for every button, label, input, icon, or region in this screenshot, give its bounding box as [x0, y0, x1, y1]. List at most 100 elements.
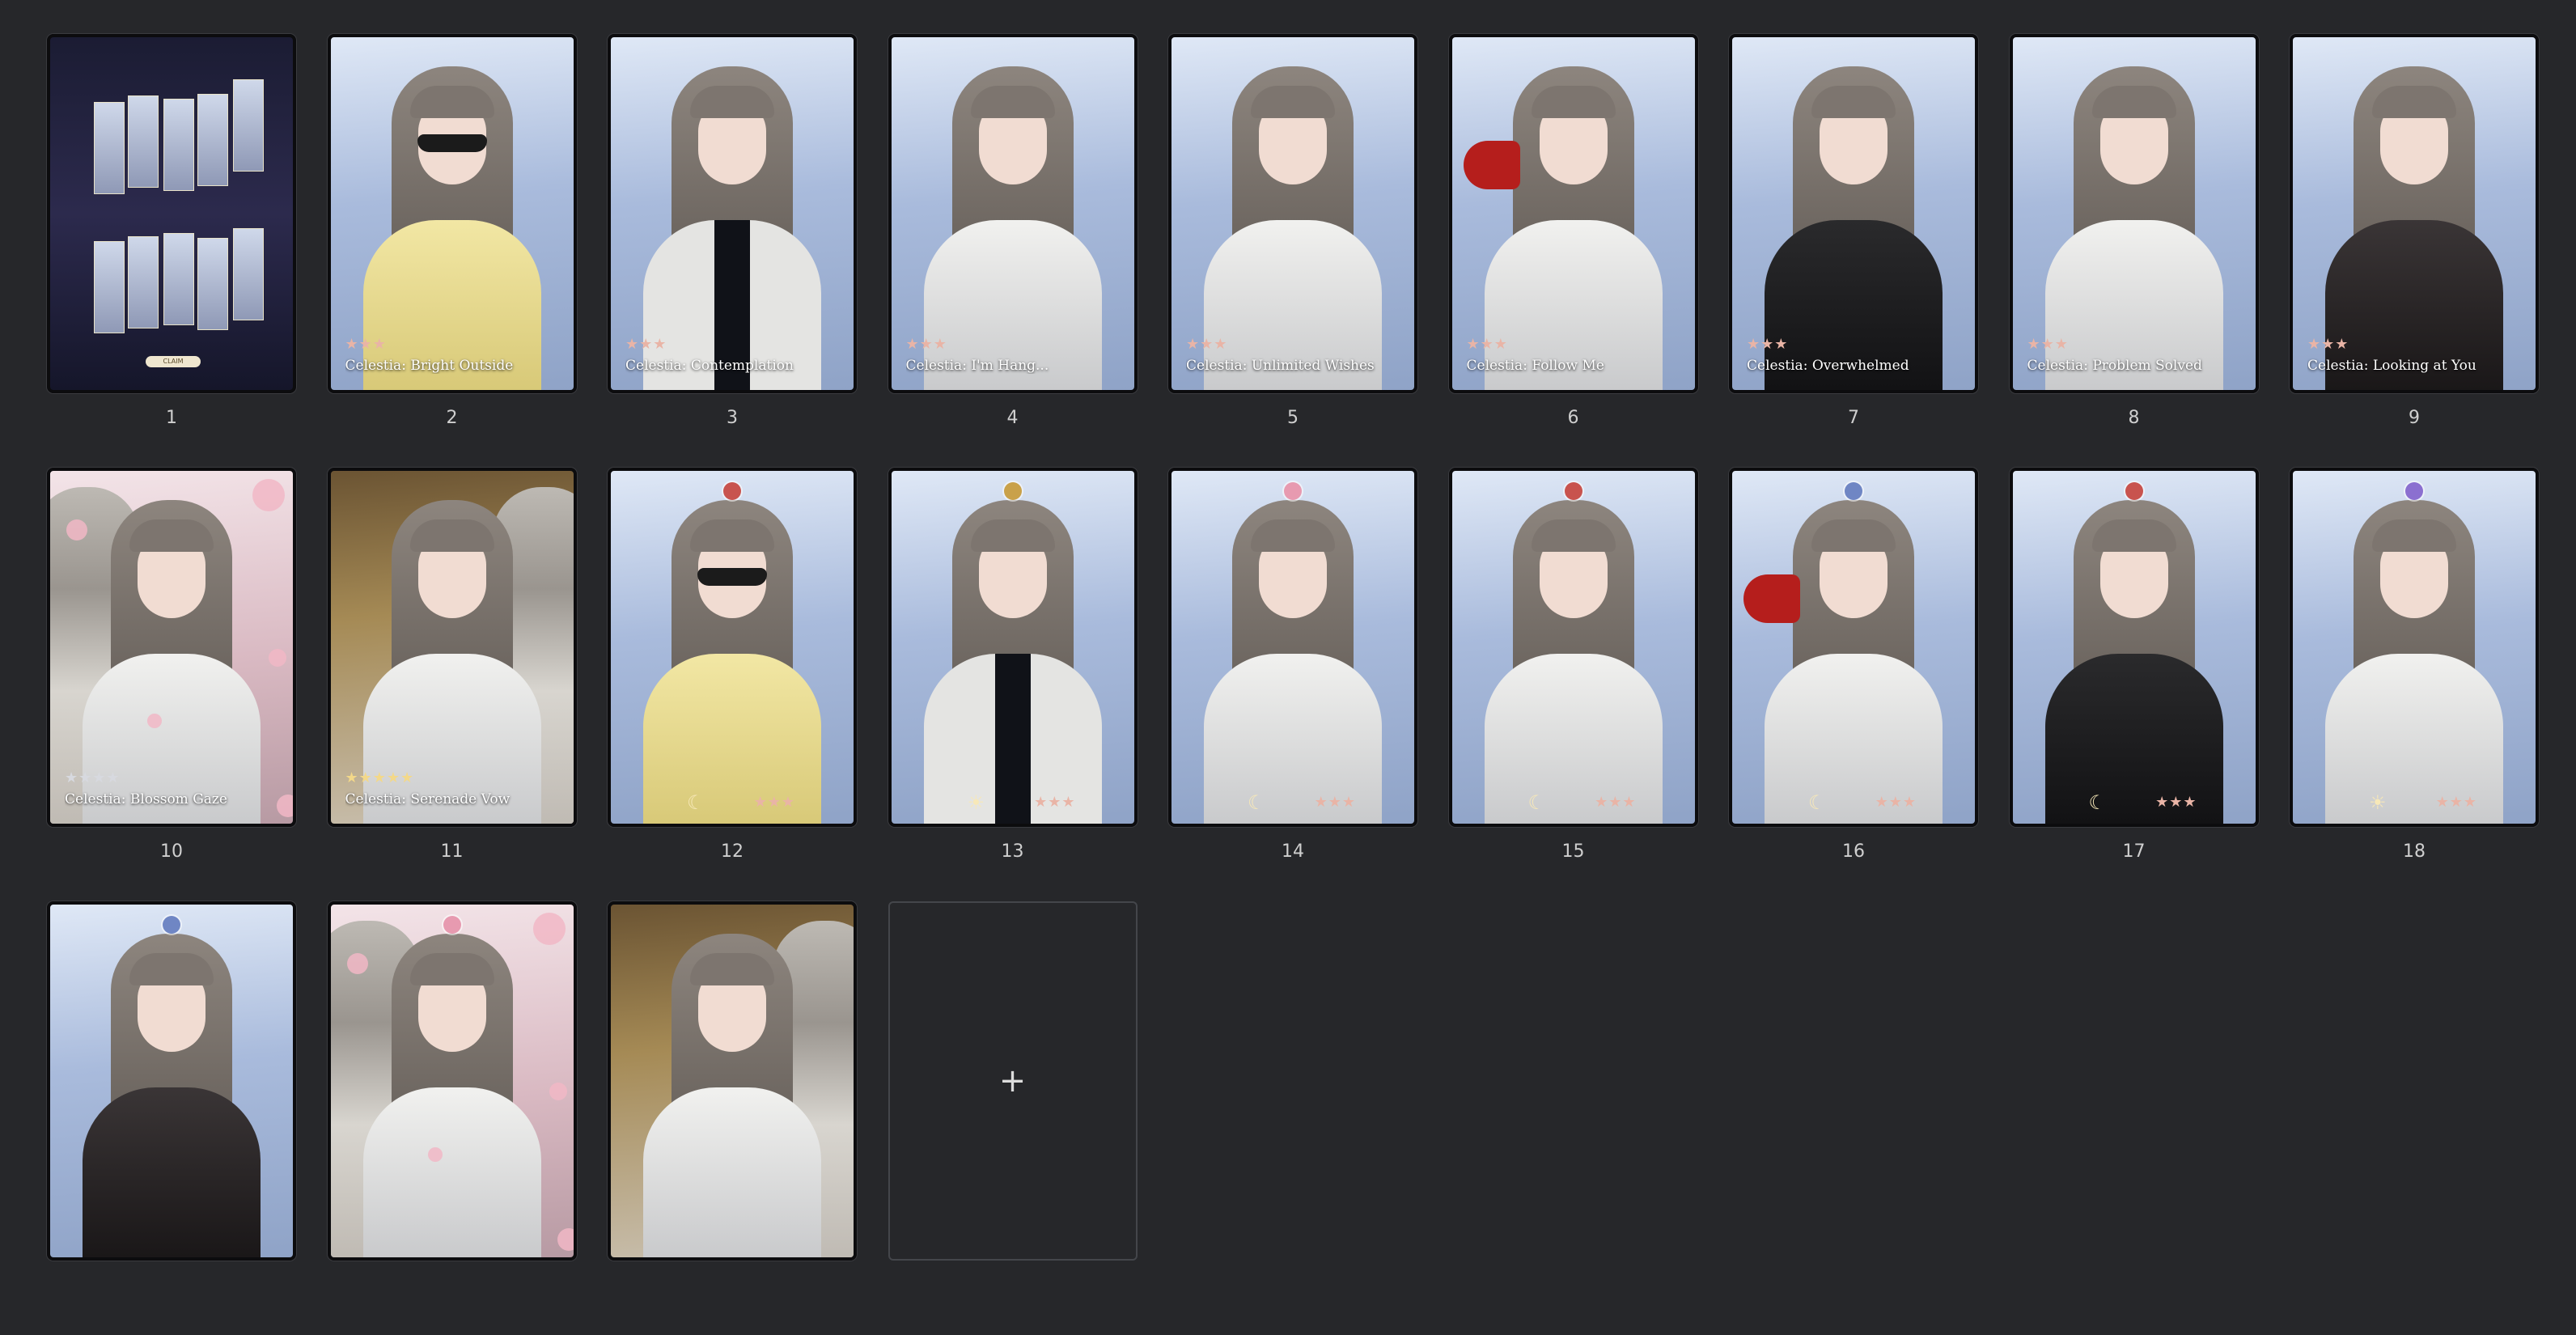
figure-bangs: [2091, 519, 2176, 552]
figure-bangs: [1811, 519, 1896, 552]
slide-caption: Celestia: Contemplation: [625, 358, 794, 374]
slide-cell: CLAIM 1: [47, 34, 296, 468]
slide-thumbnail[interactable]: ★★★ Celestia: Follow Me: [1448, 34, 1698, 393]
star-rating: ★★★: [1875, 794, 1917, 811]
star-rating: ★★★: [2155, 794, 2197, 811]
slide-number: 4: [1006, 408, 1019, 428]
mini-card: [197, 238, 228, 330]
figure-bangs: [409, 953, 494, 985]
mini-card: [163, 99, 194, 191]
figure-bangs: [1531, 519, 1616, 552]
slide-thumbnail[interactable]: ★★★ Celestia: I'm Hang...: [888, 34, 1138, 393]
slide-number: 13: [1001, 841, 1024, 862]
slide-number: 18: [2403, 841, 2426, 862]
element-orb-icon: [163, 916, 180, 934]
slide-thumbnail[interactable]: ★★★ ☀: [2290, 468, 2539, 827]
add-slide-button[interactable]: +: [888, 901, 1138, 1261]
slide-caption: Celestia: Problem Solved: [2027, 358, 2202, 374]
petal-icon: [427, 1147, 443, 1162]
slide-number: 10: [160, 841, 183, 862]
slide-thumbnail[interactable]: ★★★ ☾: [1729, 468, 1978, 827]
figure-bangs: [690, 86, 774, 118]
star-rating: ★★★: [2307, 336, 2349, 353]
mini-card: [94, 102, 125, 194]
slide-thumbnail[interactable]: [327, 901, 577, 1261]
star-rating: ★★★: [625, 336, 667, 353]
star-rating: ★★★: [1314, 794, 1356, 811]
mini-card: [163, 233, 194, 325]
slide-thumbnail[interactable]: ★★★ Celestia: Contemplation: [608, 34, 857, 393]
slide-grid: CLAIM 1 ★★★ Celestia: Bright Outside 2 ★★★ Cel…: [47, 34, 2539, 1335]
slide-number: 14: [1282, 841, 1304, 862]
figure-torso: [643, 1087, 821, 1257]
slide-caption: Celestia: Looking at You: [2307, 358, 2476, 374]
slide-thumbnail[interactable]: ★★★ Celestia: Overwhelmed: [1729, 34, 1978, 393]
slide-thumbnail[interactable]: ★★★ Celestia: Unlimited Wishes: [1168, 34, 1417, 393]
slide-cell: ★★★ Celestia: Follow Me 6: [1448, 34, 1698, 468]
element-orb-icon: [1284, 482, 1302, 500]
add-slide-cell: +: [888, 901, 1138, 1335]
slide-thumbnail[interactable]: ★★★ Celestia: Looking at You: [2290, 34, 2539, 393]
petal-icon: [147, 714, 162, 728]
element-orb-icon: [1845, 482, 1862, 500]
slide-thumbnail[interactable]: [47, 901, 296, 1261]
slide-thumbnail[interactable]: ★★★ ☾: [1448, 468, 1698, 827]
slide-cell: ★★★ ☀ 13: [888, 468, 1138, 901]
slide-thumbnail[interactable]: ★★★ ☾: [1168, 468, 1417, 827]
element-orb-icon: [1003, 482, 1022, 500]
figure-bangs: [2091, 86, 2176, 118]
figure-bangs: [970, 519, 1055, 552]
slide-caption: Celestia: Unlimited Wishes: [1186, 358, 1375, 374]
claim-button: CLAIM: [146, 356, 201, 367]
star-rating: ★★★: [1186, 336, 1228, 353]
figure-bangs: [1251, 519, 1335, 552]
sunglasses-icon: [417, 134, 487, 152]
slide-caption: Celestia: Serenade Vow: [345, 791, 511, 807]
figure-bangs: [409, 519, 494, 552]
slide-thumbnail[interactable]: ★★★★ Celestia: Blossom Gaze: [47, 468, 296, 827]
slide-number: 6: [1567, 408, 1579, 428]
moon-icon: ☾: [687, 791, 705, 814]
star-rating: ★★★: [1034, 794, 1076, 811]
slide-thumbnail[interactable]: ★★★ ☀: [888, 468, 1138, 827]
petal-icon: [346, 953, 368, 974]
slide-cell: ★★★ Celestia: Bright Outside 2: [327, 34, 577, 468]
figure-bangs: [2372, 519, 2456, 552]
star-rating: ★★★: [905, 336, 947, 353]
megaphone-icon: [1463, 141, 1520, 189]
megaphone-icon: [1743, 574, 1800, 623]
element-orb-icon: [443, 916, 461, 934]
slide-thumbnail[interactable]: ★★★ ☾: [608, 468, 857, 827]
slide-cell: ★★★ Celestia: Overwhelmed 7: [1729, 34, 1978, 468]
slide-cell: ★★★ Celestia: I'm Hang... 4: [888, 34, 1138, 468]
figure-bangs: [129, 953, 214, 985]
slide-thumbnail[interactable]: ★★★ Celestia: Bright Outside: [327, 34, 577, 393]
slide-thumbnail[interactable]: [608, 901, 857, 1261]
slide-thumbnail[interactable]: CLAIM: [47, 34, 296, 393]
star-rating: ★★★: [2027, 336, 2069, 353]
figure-bangs: [1251, 86, 1335, 118]
slide-caption: Celestia: I'm Hang...: [905, 358, 1049, 374]
figure-bangs: [2372, 86, 2456, 118]
element-orb-icon: [1564, 482, 1582, 500]
slide-thumbnail[interactable]: ★★★ Celestia: Problem Solved: [2009, 34, 2259, 393]
slide-cell: ★★★ Celestia: Problem Solved 8: [2009, 34, 2259, 468]
star-rating: ★★★: [2435, 794, 2477, 811]
slide-cell: ★★★ ☀ 18: [2290, 468, 2539, 901]
slide-number: 16: [1842, 841, 1865, 862]
figure-bangs: [409, 86, 494, 118]
slide-number: 12: [721, 841, 744, 862]
star-rating: ★★★: [1466, 336, 1508, 353]
slide-thumbnail[interactable]: ★★★★★ Celestia: Serenade Vow: [327, 468, 577, 827]
slide-number: 15: [1561, 841, 1585, 862]
figure-torso: [362, 1087, 541, 1257]
slide-number: 7: [1848, 408, 1859, 428]
mini-card: [128, 95, 159, 188]
slide-cell: ★★★ ☾ 17: [2009, 468, 2259, 901]
petal-icon: [557, 1228, 574, 1251]
slide-number: 3: [727, 408, 738, 428]
mini-card: [197, 94, 228, 186]
figure-bangs: [1811, 86, 1896, 118]
sunglasses-icon: [697, 568, 767, 586]
slide-thumbnail[interactable]: ★★★ ☾: [2009, 468, 2259, 827]
